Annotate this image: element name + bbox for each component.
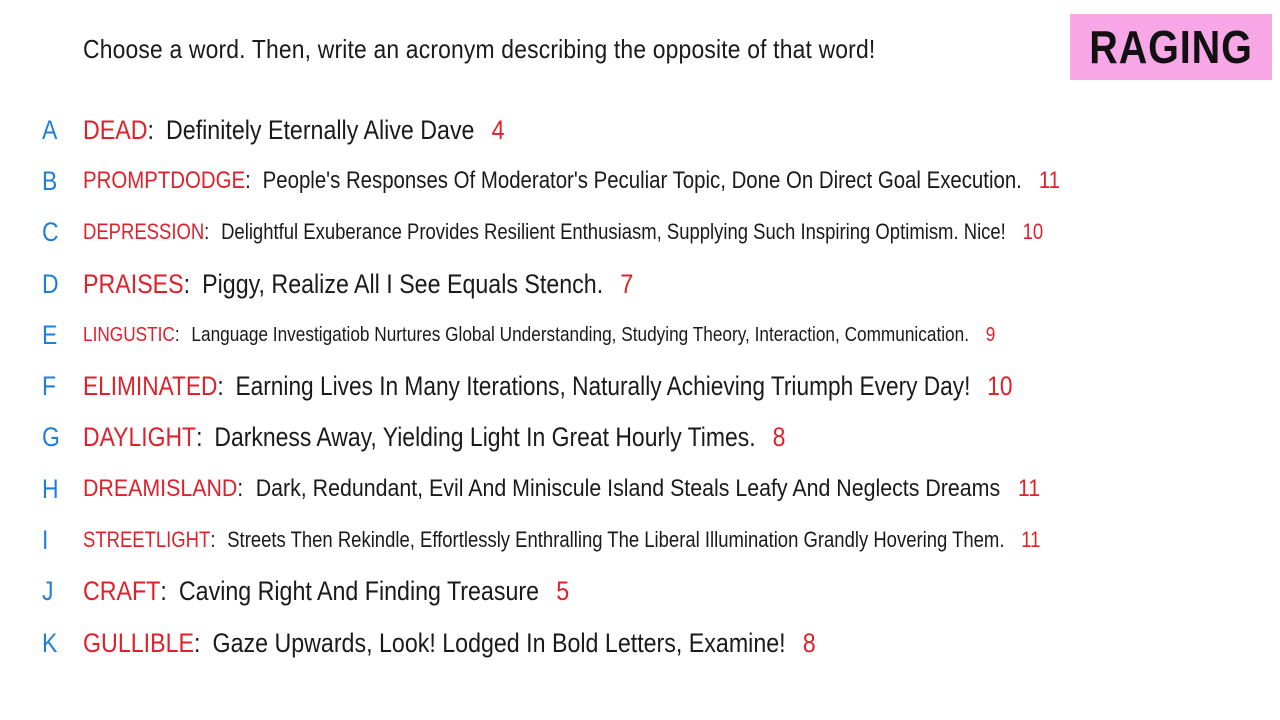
acronym-entry: GULLIBLE: Gaze Upwards, Look! Lodged In …	[83, 627, 816, 658]
letter-count: 11	[1038, 167, 1061, 194]
list-item: C DEPRESSION: Delightful Exuberance Prov…	[0, 212, 1280, 252]
acronym-entry: CRAFT: Caving Right And Finding Treasure…	[83, 575, 570, 606]
list-item: J CRAFT: Caving Right And Finding Treasu…	[0, 571, 1280, 611]
option-letter: D	[42, 268, 59, 299]
list-item: K GULLIBLE: Gaze Upwards, Look! Lodged I…	[0, 623, 1280, 663]
word: STREETLIGHT	[83, 527, 211, 552]
title-badge: RAGING	[1070, 14, 1272, 80]
acronym-entry: DREAMISLAND: Dark, Redundant, Evil And M…	[83, 475, 1041, 502]
list-item: D PRAISES: Piggy, Realize All I See Equa…	[0, 264, 1280, 304]
word: LINGUSTIC	[83, 323, 175, 346]
option-letter: B	[42, 165, 58, 196]
option-letter: H	[42, 473, 59, 504]
option-letter: J	[42, 575, 54, 606]
prompt-text: Choose a word. Then, write an acronym de…	[83, 34, 876, 64]
letter-count: 10	[987, 370, 1013, 401]
word: PRAISES	[83, 268, 184, 299]
word: ELIMINATED	[83, 370, 218, 401]
list-item: A DEAD: Definitely Eternally Alive Dave …	[0, 110, 1280, 150]
word: DEPRESSION	[83, 219, 205, 244]
acronym-phrase: People's Responses Of Moderator's Peculi…	[262, 167, 1022, 194]
option-letter: I	[42, 524, 49, 555]
acronym-entry: DEPRESSION: Delightful Exuberance Provid…	[83, 219, 1044, 244]
title-badge-label: RAGING	[1089, 21, 1253, 73]
acronym-phrase: Language Investigatiob Nurtures Global U…	[191, 323, 970, 346]
acronym-entry: ELIMINATED: Earning Lives In Many Iterat…	[83, 370, 1013, 401]
list-item: G DAYLIGHT: Darkness Away, Yielding Ligh…	[0, 417, 1280, 457]
option-letter: E	[42, 319, 58, 350]
acronym-phrase: Definitely Eternally Alive Dave	[166, 114, 475, 145]
acronym-phrase: Earning Lives In Many Iterations, Natura…	[235, 370, 971, 401]
letter-count: 8	[802, 627, 816, 658]
letter-count: 11	[1017, 475, 1041, 502]
letter-count: 7	[620, 268, 634, 299]
list-item: F ELIMINATED: Earning Lives In Many Iter…	[0, 366, 1280, 406]
list-item: B PROMPTDODGE: People's Responses Of Mod…	[0, 161, 1280, 201]
word: GULLIBLE	[83, 627, 195, 658]
word: PROMPTDODGE	[83, 167, 246, 194]
word: CRAFT	[83, 575, 161, 606]
option-letter: G	[42, 421, 60, 452]
option-letter: C	[42, 216, 59, 247]
acronym-entry: LINGUSTIC: Language Investigatiob Nurtur…	[83, 323, 996, 346]
acronym-entry: STREETLIGHT: Streets Then Rekindle, Effo…	[83, 527, 1041, 552]
letter-count: 4	[491, 114, 505, 145]
acronym-entry: PRAISES: Piggy, Realize All I See Equals…	[83, 268, 634, 299]
acronym-phrase: Dark, Redundant, Evil And Miniscule Isla…	[255, 475, 1001, 502]
acronym-phrase: Delightful Exuberance Provides Resilient…	[221, 219, 1006, 244]
letter-count: 9	[985, 323, 996, 346]
list-item: H DREAMISLAND: Dark, Redundant, Evil And…	[0, 469, 1280, 509]
letter-count: 10	[1022, 219, 1044, 244]
acronym-phrase: Caving Right And Finding Treasure	[178, 575, 540, 606]
acronym-entry: DAYLIGHT: Darkness Away, Yielding Light …	[83, 421, 786, 452]
letter-count: 8	[772, 421, 786, 452]
list-item: E LINGUSTIC: Language Investigatiob Nurt…	[0, 315, 1280, 355]
acronym-entry: DEAD: Definitely Eternally Alive Dave 4	[83, 114, 505, 145]
word: DREAMISLAND	[83, 475, 238, 502]
letter-count: 11	[1021, 527, 1041, 552]
word: DEAD	[83, 114, 148, 145]
option-letter: F	[42, 370, 57, 401]
option-letter: K	[42, 627, 58, 658]
option-letter: A	[42, 114, 58, 145]
list-item: I STREETLIGHT: Streets Then Rekindle, Ef…	[0, 520, 1280, 560]
acronym-entry: PROMPTDODGE: People's Responses Of Moder…	[83, 167, 1061, 194]
letter-count: 5	[556, 575, 570, 606]
acronym-phrase: Streets Then Rekindle, Effortlessly Enth…	[227, 527, 1005, 552]
acronym-phrase: Piggy, Realize All I See Equals Stench.	[202, 268, 604, 299]
acronym-phrase: Gaze Upwards, Look! Lodged In Bold Lette…	[212, 627, 786, 658]
word: DAYLIGHT	[83, 421, 197, 452]
acronym-phrase: Darkness Away, Yielding Light In Great H…	[214, 421, 756, 452]
